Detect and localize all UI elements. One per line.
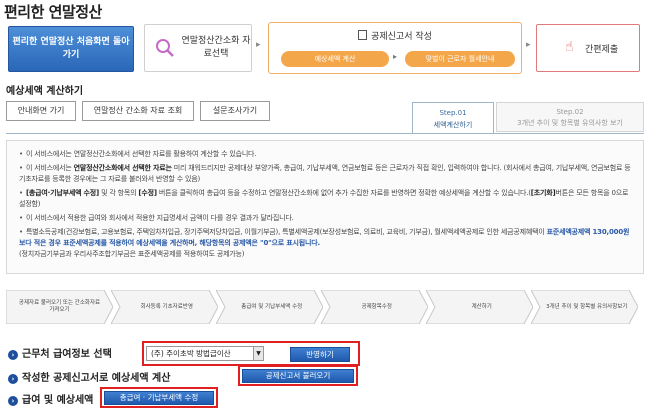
flow-step-label: 3개년 추이 및 항목별 유의사항보기 [546, 303, 628, 310]
tab-step1-number: Step.01 [439, 109, 467, 117]
flow-step: 공제자료 불러오기 또는 간소화자료 가져오기 [6, 290, 113, 324]
tab-step2[interactable]: Step.02 3개년 추이 및 항목별 유의사항 보기 [496, 102, 644, 132]
tab-step1[interactable]: Step.01 세액계산하기 [412, 102, 494, 134]
return-first-page-button[interactable]: 편리한 연말정산 처음화면 돌아가기 [8, 26, 134, 72]
info-line: • [총급여·기납부세액 수정] 및 각 항목의 [수정] 버튼을 클릭하여 총급… [19, 189, 629, 208]
page-title: 편리한 연말정산 [4, 3, 102, 21]
flow-step-label: 공제자료 불러오기 또는 간소화자료 가져오기 [18, 300, 101, 313]
arrow-bullet-icon: › [8, 396, 18, 406]
edit-salary-tax-button[interactable]: 총급여 · 기납부세액 수정 [104, 391, 214, 405]
flow-step-label: 회사등록 기초자료반영 [140, 303, 193, 310]
dropdown-arrow-icon[interactable]: ▼ [253, 347, 263, 360]
substep-rent-guide[interactable]: 맞벌이 근로자 월세안내 [405, 51, 515, 67]
flow-step: 공제항목수정 [321, 290, 428, 324]
flow-step-label: 총급여 및 기납부세액 수정 [241, 303, 303, 310]
tab-step2-label: 3개년 추이 및 항목별 유의사항 보기 [517, 119, 623, 127]
magnifier-icon [156, 39, 174, 57]
chevron-right-icon: ▸ [526, 40, 531, 50]
view-simplified-data-button[interactable]: 연말정산 간소화 자료 조회 [82, 101, 194, 121]
step-write-label: 공제신고서 작성 [371, 32, 432, 42]
tab-step2-number: Step.02 [556, 108, 584, 116]
substep-calc-tax[interactable]: 예상세액 계산 [281, 51, 389, 67]
flow-step-label: 계산하기 [471, 303, 492, 310]
chevron-right-icon: ▸ [256, 40, 261, 50]
load-deduction-form-button[interactable]: 공제신고서 불러오기 [242, 369, 354, 383]
row-calc-from-form: › 작성한 공제신고서로 예상세액 계산 [8, 369, 170, 384]
info-line: • 특별소득공제(건강보험료, 고용보험료, 주택임차차입금, 장기주택저당차입금… [19, 228, 630, 258]
apply-button[interactable]: 반영하기 [290, 347, 350, 362]
info-line: • 이 서비스에서 적용한 급여와 회사에서 적용한 지급명세서 금액이 다를 경… [19, 214, 294, 222]
flow-step-label: 공제항목수정 [361, 303, 392, 310]
arrow-bullet-icon: › [8, 374, 18, 384]
flow-step: 3개년 추이 및 항목별 유의사항보기 [531, 290, 638, 324]
step-select-data[interactable]: 연말정산간소화 자료선택 [144, 24, 252, 72]
guide-page-button[interactable]: 안내화면 가기 [6, 101, 76, 121]
arrow-bullet-icon: › [8, 350, 18, 360]
step-select-label: 연말정산간소화 자료선택 [181, 36, 251, 59]
tab-step1-label: 세액계산하기 [433, 121, 473, 129]
info-notice-box: • 이 서비스에서는 연말정산간소화에서 선택한 자료를 활용하여 계산할 수 있… [6, 140, 644, 274]
row-company-select: › 근무처 급여정보 선택 [8, 345, 112, 360]
tab-divider [6, 133, 644, 134]
step-write-form[interactable]: 공제신고서 작성 예상세액 계산 ▸ 맞벌이 근로자 월세안내 [268, 22, 522, 74]
step-submit[interactable]: ☝ 간편제출 [536, 24, 640, 72]
flow-step: 계산하기 [426, 290, 533, 324]
step-submit-label: 간편제출 [585, 45, 619, 55]
pointer-hand-icon: ☝ [565, 39, 574, 55]
row-salary-tax: › 급여 및 예상세액 [8, 391, 93, 406]
company-select-dropdown[interactable]: (주) 주이초박 방법급이산 ▼ [146, 346, 264, 361]
survey-button[interactable]: 설문조사가기 [200, 101, 270, 121]
section-title: 예상세액 계산하기 [6, 86, 84, 97]
info-line: • 이 서비스에서는 연말정산간소화에서 선택한 자료를 활용하여 계산할 수 있… [19, 150, 257, 158]
flow-step: 총급여 및 기납부세액 수정 [216, 290, 323, 324]
info-line: • 이 서비스에서는 연말정산간소화에서 선택한 자료는 미리 채워드리지만 공제… [19, 164, 631, 183]
process-flow: 공제자료 불러오기 또는 간소화자료 가져오기 회사등록 기초자료반영 총급여 및 … [6, 290, 648, 324]
document-icon [358, 30, 368, 40]
chevron-right-icon: ▸ [393, 52, 398, 61]
flow-step: 회사등록 기초자료반영 [111, 290, 218, 324]
